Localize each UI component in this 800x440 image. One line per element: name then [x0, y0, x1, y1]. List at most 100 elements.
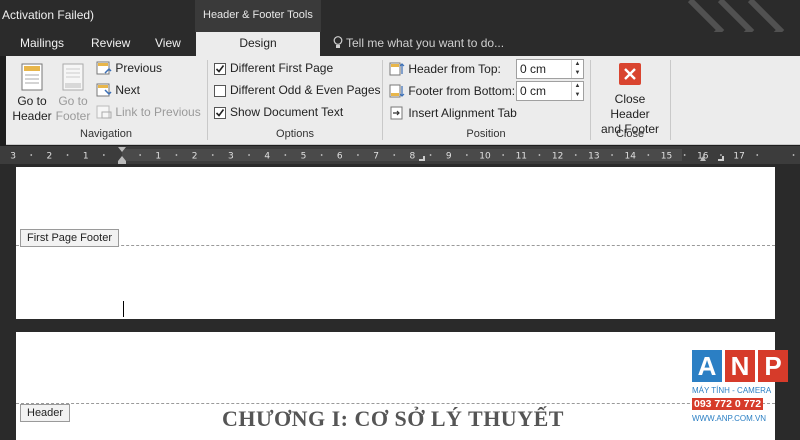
spinner-arrows[interactable]: ▲ ▼: [571, 82, 583, 100]
ruler-tick: [320, 154, 323, 156]
ruler-label: 9: [446, 152, 452, 162]
lightbulb-icon: [333, 36, 343, 48]
go-to-header-label-2: Header: [12, 109, 52, 123]
checkmark-icon: [215, 65, 225, 73]
link-to-previous-button[interactable]: Link to Previous: [96, 105, 201, 119]
footer-from-bottom-text: Footer from Bottom:: [408, 84, 516, 98]
ribbon-tab-row: Mailings Review View Design Tell me what…: [0, 32, 800, 56]
page-1-bottom[interactable]: First Page Footer: [16, 167, 775, 319]
different-odd-even-checkbox[interactable]: [214, 85, 226, 97]
go-to-footer-label-2: Footer: [55, 109, 91, 123]
logo-letter-p: P: [758, 350, 788, 382]
close-group-label: Close: [615, 128, 645, 140]
ruler-scale[interactable]: 3 2 1 1 2 3 4 5 6 7 8 9 10 11 12 13 14 15 16 17: [0, 146, 800, 164]
go-to-footer-button[interactable]: Go to Footer: [54, 62, 92, 124]
spinner-arrows[interactable]: ▲ ▼: [571, 60, 583, 78]
show-document-text-checkbox[interactable]: [214, 107, 226, 119]
ruler-tick: [647, 154, 650, 156]
tab-design[interactable]: Design: [196, 32, 320, 56]
options-group-label: Options: [276, 128, 314, 140]
ruler-label: 12: [552, 152, 563, 162]
group-divider: [670, 60, 671, 140]
header-from-top-value: 0 cm: [520, 62, 547, 76]
document-title: Activation Failed): [2, 8, 95, 22]
previous-button[interactable]: Previous: [96, 61, 162, 75]
footer-from-bottom-spinner[interactable]: 0 cm ▲ ▼: [516, 81, 584, 101]
ruler-label: 11: [516, 152, 527, 162]
spin-down-icon[interactable]: ▼: [572, 91, 583, 100]
footer-boundary-line: [16, 245, 775, 246]
page-2-top[interactable]: Header CHƯƠNG I: CƠ SỞ LÝ THUYẾT: [16, 332, 775, 440]
next-label: Next: [115, 83, 141, 97]
different-odd-even-label[interactable]: Different Odd & Even Pages: [230, 83, 381, 97]
logo-letter-n: N: [725, 350, 755, 382]
close-header-footer-button[interactable]: Close Header and Footer: [594, 62, 666, 137]
logo-phone: 093 772 0 772: [692, 398, 764, 410]
ruler-tick: [211, 154, 214, 156]
ruler-tick: [248, 154, 250, 156]
tab-view[interactable]: View: [155, 36, 181, 50]
next-icon: [96, 83, 112, 97]
go-to-header-button[interactable]: Go to Header: [10, 62, 54, 124]
position-group-label: Position: [466, 128, 506, 140]
ruler-tick: [102, 154, 105, 156]
header-from-top-spinner[interactable]: 0 cm ▲ ▼: [516, 59, 584, 79]
ruler-tick: [756, 154, 759, 156]
ruler-tick: [139, 154, 142, 156]
ruler-label: 10: [479, 152, 491, 162]
header-footer-tools-group: Header & Footer Tools: [195, 0, 321, 32]
ruler-label: 3: [228, 152, 234, 162]
context-group-label: Header & Footer Tools: [203, 9, 313, 21]
go-to-header-label-1: Go to: [17, 94, 47, 108]
ruler-label: 2: [47, 152, 53, 162]
ruler-label: 13: [588, 152, 599, 162]
insert-alignment-tab-button[interactable]: Insert Alignment Tab: [389, 106, 517, 120]
link-to-previous-icon: [96, 105, 112, 119]
previous-label: Previous: [115, 61, 163, 75]
ruler-label: 4: [264, 152, 270, 162]
footer-from-bottom-label: Footer from Bottom:: [389, 84, 515, 98]
ruler-label: 5: [301, 152, 307, 162]
different-first-page-checkbox[interactable]: [214, 63, 226, 75]
ruler-tick: [611, 154, 613, 156]
different-first-page-label[interactable]: Different First Page: [230, 61, 333, 75]
ruler-label: 3: [10, 152, 16, 162]
tab-review[interactable]: Review: [91, 36, 130, 50]
ruler-label: 16: [697, 152, 709, 162]
ruler-tick: [66, 154, 69, 156]
first-page-footer-tag: First Page Footer: [20, 229, 119, 247]
ruler-label: 2: [192, 152, 198, 162]
spin-up-icon[interactable]: ▲: [572, 60, 583, 69]
header-tag: Header: [20, 404, 71, 422]
next-button[interactable]: Next: [96, 83, 140, 97]
ruler-tick: [393, 154, 396, 156]
go-to-footer-icon: [62, 63, 84, 91]
chapter-heading[interactable]: CHƯƠNG I: CƠ SỞ LÝ THUYẾT: [222, 406, 564, 432]
ruler-label: 7: [373, 152, 379, 162]
ruler-tick: [574, 154, 577, 156]
logo-letters: A N P: [692, 350, 788, 384]
header-position-icon: [389, 62, 405, 76]
horizontal-ruler[interactable]: 3 2 1 1 2 3 4 5 6 7 8 9 10 11 12 13 14 15 16 17: [0, 146, 800, 164]
spin-down-icon[interactable]: ▼: [572, 69, 583, 78]
logo-tagline: MÁY TÍNH - CAMERA: [692, 386, 772, 395]
tab-mailings[interactable]: Mailings: [20, 36, 64, 50]
ruler-tick: [502, 154, 505, 156]
go-to-header-icon: [21, 63, 43, 91]
header-boundary-line: [16, 403, 775, 404]
alignment-tab-icon: [390, 106, 403, 120]
show-document-text-label[interactable]: Show Document Text: [230, 105, 343, 119]
tell-me-box[interactable]: Tell me what you want to do...: [333, 36, 504, 50]
close-icon: [619, 63, 641, 85]
insert-alignment-tab-label: Insert Alignment Tab: [408, 106, 517, 120]
spin-up-icon[interactable]: ▲: [572, 82, 583, 91]
header-from-top-text: Header from Top:: [408, 62, 501, 76]
ruler-tick: [175, 154, 178, 156]
ruler-tick: [429, 154, 432, 156]
link-to-previous-label: Link to Previous: [115, 105, 201, 119]
logo-website: WWW.ANP.COM.VN: [692, 414, 767, 423]
ruler-label: 1: [155, 152, 161, 162]
go-to-footer-label-1: Go to: [58, 94, 88, 108]
ruler-tick: [284, 154, 287, 156]
title-bar: Activation Failed) Header & Footer Tools: [0, 0, 800, 60]
